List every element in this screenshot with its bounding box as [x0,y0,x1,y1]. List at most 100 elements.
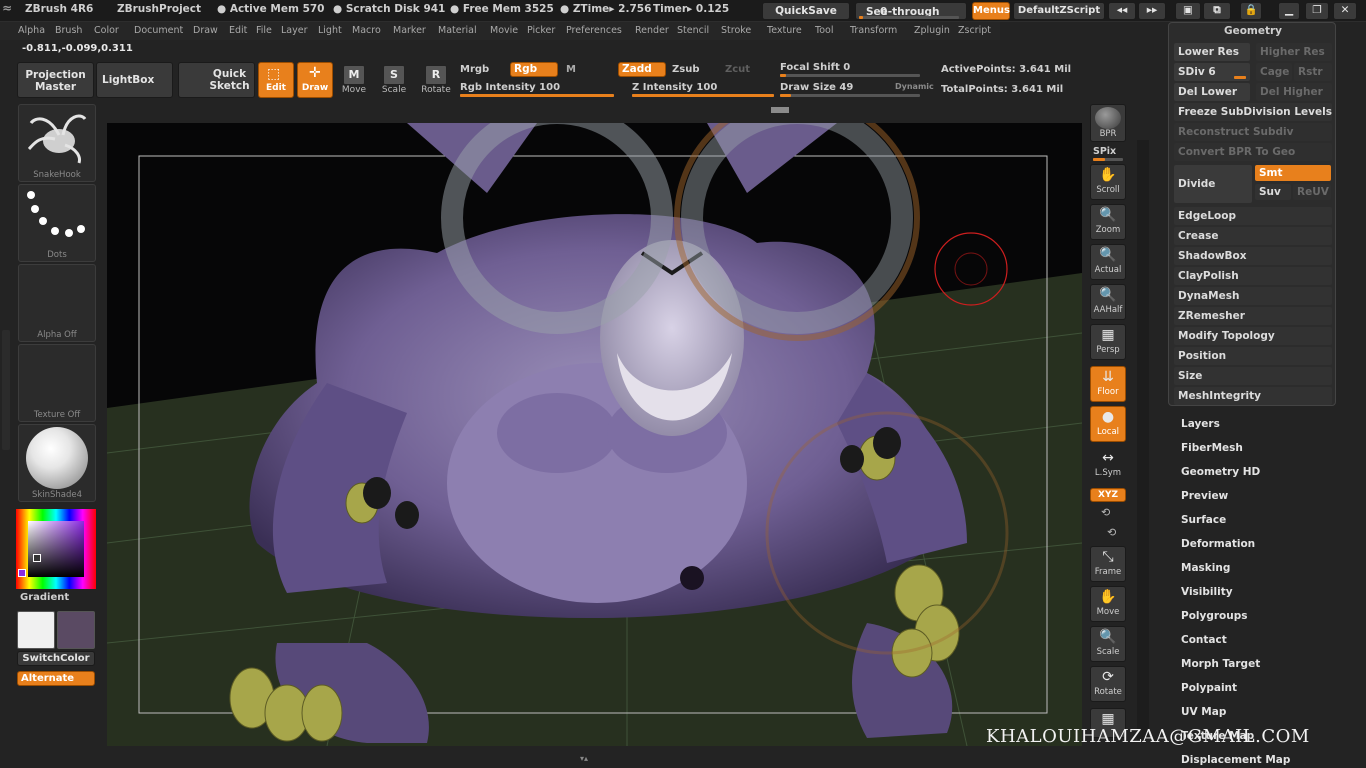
subpalette-visibility[interactable]: Visibility [1181,586,1233,598]
geometry-modify-topology-button[interactable]: Modify Topology [1174,327,1332,345]
alternate-button[interactable]: Alternate [17,671,95,686]
frame-button[interactable]: ⤡ Frame [1090,546,1126,582]
zoom-button[interactable]: 🔍 Zoom [1090,204,1126,240]
geometry-edgeloop-button[interactable]: EdgeLoop [1174,207,1332,225]
subpalette-polypaint[interactable]: Polypaint [1181,682,1237,694]
subpalette-layers[interactable]: Layers [1181,418,1220,430]
quicksave-button[interactable]: QuickSave [762,2,850,20]
menu-file[interactable]: File [256,25,272,36]
projection-master-button[interactable]: Projection Master [17,62,94,98]
layout-icon[interactable]: ▣ [1175,2,1201,20]
geometry-position-button[interactable]: Position [1174,347,1332,365]
secondary-color-swatch[interactable] [57,611,95,649]
mrgb-button[interactable]: Mrgb [460,64,489,75]
bottom-tray-handle[interactable]: ▾▴ [580,754,604,763]
texture-selector[interactable]: Texture Off [18,344,96,422]
menu-draw[interactable]: Draw [193,25,218,36]
default-zscript-button[interactable]: DefaultZScript [1013,2,1105,20]
gradient-label[interactable]: Gradient [20,592,69,603]
alpha-selector[interactable]: Alpha Off [18,264,96,342]
subpalette-preview[interactable]: Preview [1181,490,1228,502]
menu-brush[interactable]: Brush [55,25,82,36]
move-view-button[interactable]: ✋ Move [1090,586,1126,622]
geometry-size-button[interactable]: Size [1174,367,1332,385]
lsym-button[interactable]: ↔ L.Sym [1090,448,1126,482]
color-picker-cursor[interactable] [33,554,41,562]
menu-zscript[interactable]: Zscript [958,25,991,36]
scale-view-button[interactable]: 🔍 Scale [1090,626,1126,662]
cage-button[interactable]: Cage [1256,63,1292,81]
menu-layer[interactable]: Layer [281,25,308,36]
menu-stencil[interactable]: Stencil [677,25,709,36]
close-icon[interactable]: ✕ [1333,2,1357,20]
geometry-dynamesh-button[interactable]: DynaMesh [1174,287,1332,305]
main-color-swatch[interactable] [17,611,55,649]
rotate-tool-button[interactable]: R Rotate [418,65,454,95]
move-tool-button[interactable]: M Move [338,65,370,95]
scale-tool-button[interactable]: S Scale [378,65,410,95]
zadd-button[interactable]: Zadd [618,62,666,77]
quick-sketch-button[interactable]: Quick Sketch [178,62,255,98]
local-button[interactable]: ● Local [1090,406,1126,442]
menu-color[interactable]: Color [94,25,119,36]
menu-scroll-right-icon[interactable]: ▸▸ [1138,2,1166,20]
menu-alpha[interactable]: Alpha [18,25,45,36]
geometry-meshintegrity-button[interactable]: MeshIntegrity [1174,387,1332,405]
floor-button[interactable]: ⇊ Floor [1090,366,1126,402]
smt-toggle[interactable]: Smt [1255,165,1331,181]
menu-zplugin[interactable]: Zplugin [914,25,950,36]
draw-size-slider[interactable] [780,94,920,97]
subpalette-displacement-map[interactable]: Displacement Map [1181,754,1290,766]
reuv-toggle[interactable]: ReUV [1293,184,1331,200]
menu-movie[interactable]: Movie [490,25,518,36]
minimize-icon[interactable]: ▁ [1278,2,1300,20]
menus-button[interactable]: Menus [972,2,1010,20]
menu-light[interactable]: Light [318,25,342,36]
menu-marker[interactable]: Marker [393,25,426,36]
suv-toggle[interactable]: Suv [1255,184,1291,200]
geometry-title[interactable]: Geometry [1169,25,1337,37]
del-lower-button[interactable]: Del Lower [1174,83,1250,101]
freeze-subdivision-button[interactable]: Freeze SubDivision Levels [1174,103,1332,121]
subpalette-morph-target[interactable]: Morph Target [1181,658,1260,670]
subpalette-deformation[interactable]: Deformation [1181,538,1255,550]
actual-button[interactable]: 🔍 Actual [1090,244,1126,280]
left-tray-handle[interactable] [2,330,10,450]
see-through-slider[interactable]: See-through 0 [855,2,967,20]
m-button[interactable]: M [566,64,576,75]
subpalette-contact[interactable]: Contact [1181,634,1227,646]
xyz-button[interactable]: XYZ [1090,488,1126,502]
color-picker[interactable] [16,509,96,589]
brush-selector[interactable]: SnakeHook [18,104,96,182]
reconstruct-subdiv-button[interactable]: Reconstruct Subdiv [1174,123,1332,141]
subpalette-surface[interactable]: Surface [1181,514,1226,526]
subpalette-masking[interactable]: Masking [1181,562,1230,574]
material-selector[interactable]: SkinShade4 [18,424,96,502]
rotate-y-icon[interactable]: ⟲ [1101,506,1110,519]
sdiv-slider[interactable]: SDiv 6 [1174,63,1250,81]
rotate-view-button[interactable]: ⟳ Rotate [1090,666,1126,702]
bpr-button[interactable]: BPR [1090,104,1126,142]
menu-stroke[interactable]: Stroke [721,25,751,36]
canvas-resize-handle[interactable] [771,107,789,113]
window-layout-icon[interactable]: ⧉ [1203,2,1231,20]
lower-res-button[interactable]: Lower Res [1174,43,1250,61]
draw-button[interactable]: ✛ Draw [297,62,333,98]
switchcolor-button[interactable]: SwitchColor [17,651,95,666]
maximize-icon[interactable]: ❐ [1305,2,1329,20]
aahalf-button[interactable]: 🔍 AAHalf [1090,284,1126,320]
dynamic-button[interactable]: Dynamic [895,82,934,91]
geometry-claypolish-button[interactable]: ClayPolish [1174,267,1332,285]
lock-icon[interactable]: 🔒 [1240,2,1262,20]
menu-picker[interactable]: Picker [527,25,555,36]
del-higher-button[interactable]: Del Higher [1256,83,1332,101]
menu-texture[interactable]: Texture [767,25,802,36]
subpalette-geometry-hd[interactable]: Geometry HD [1181,466,1260,478]
stroke-selector[interactable]: Dots [18,184,96,262]
color-picker-square[interactable] [28,521,84,577]
rotate-z-icon[interactable]: ⟲ [1107,526,1116,539]
menu-tool[interactable]: Tool [815,25,833,36]
subpalette-uv-map[interactable]: UV Map [1181,706,1226,718]
zsub-button[interactable]: Zsub [672,64,699,75]
menu-macro[interactable]: Macro [352,25,381,36]
